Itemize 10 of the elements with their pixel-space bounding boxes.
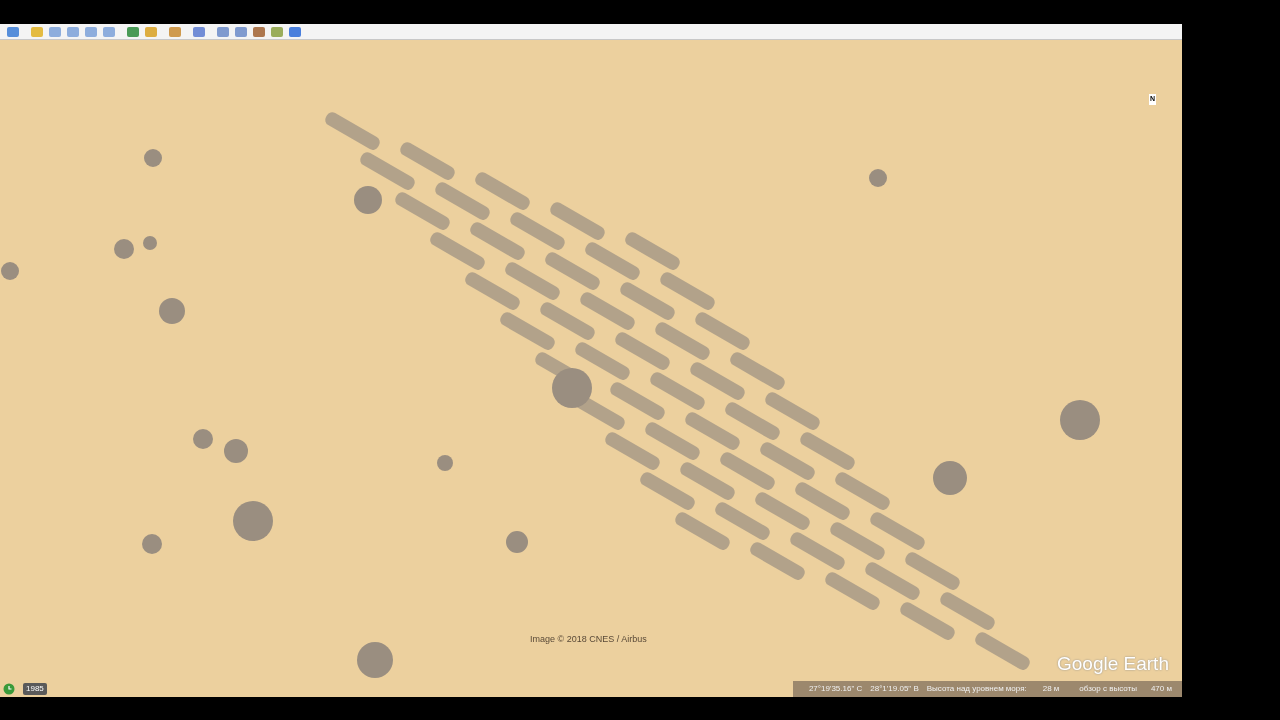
year-badge[interactable]: 1985 xyxy=(23,683,47,695)
latitude-text: 27°19'35.16" С xyxy=(808,683,863,695)
google-earth-logo: Google Earth xyxy=(1057,652,1169,676)
eye-altitude-value: 470 м xyxy=(1150,683,1172,695)
imagery-attribution: Image © 2018 CNES / Airbus xyxy=(530,633,647,646)
longitude-text: 28°1'19.05" В xyxy=(870,683,919,695)
elevation-value: 28 м xyxy=(1042,683,1060,695)
eye-altitude-label: обзор с высоты xyxy=(1079,683,1137,695)
clock-icon[interactable] xyxy=(3,683,15,695)
elevation-label: Высота над уровнем моря: xyxy=(926,683,1027,695)
